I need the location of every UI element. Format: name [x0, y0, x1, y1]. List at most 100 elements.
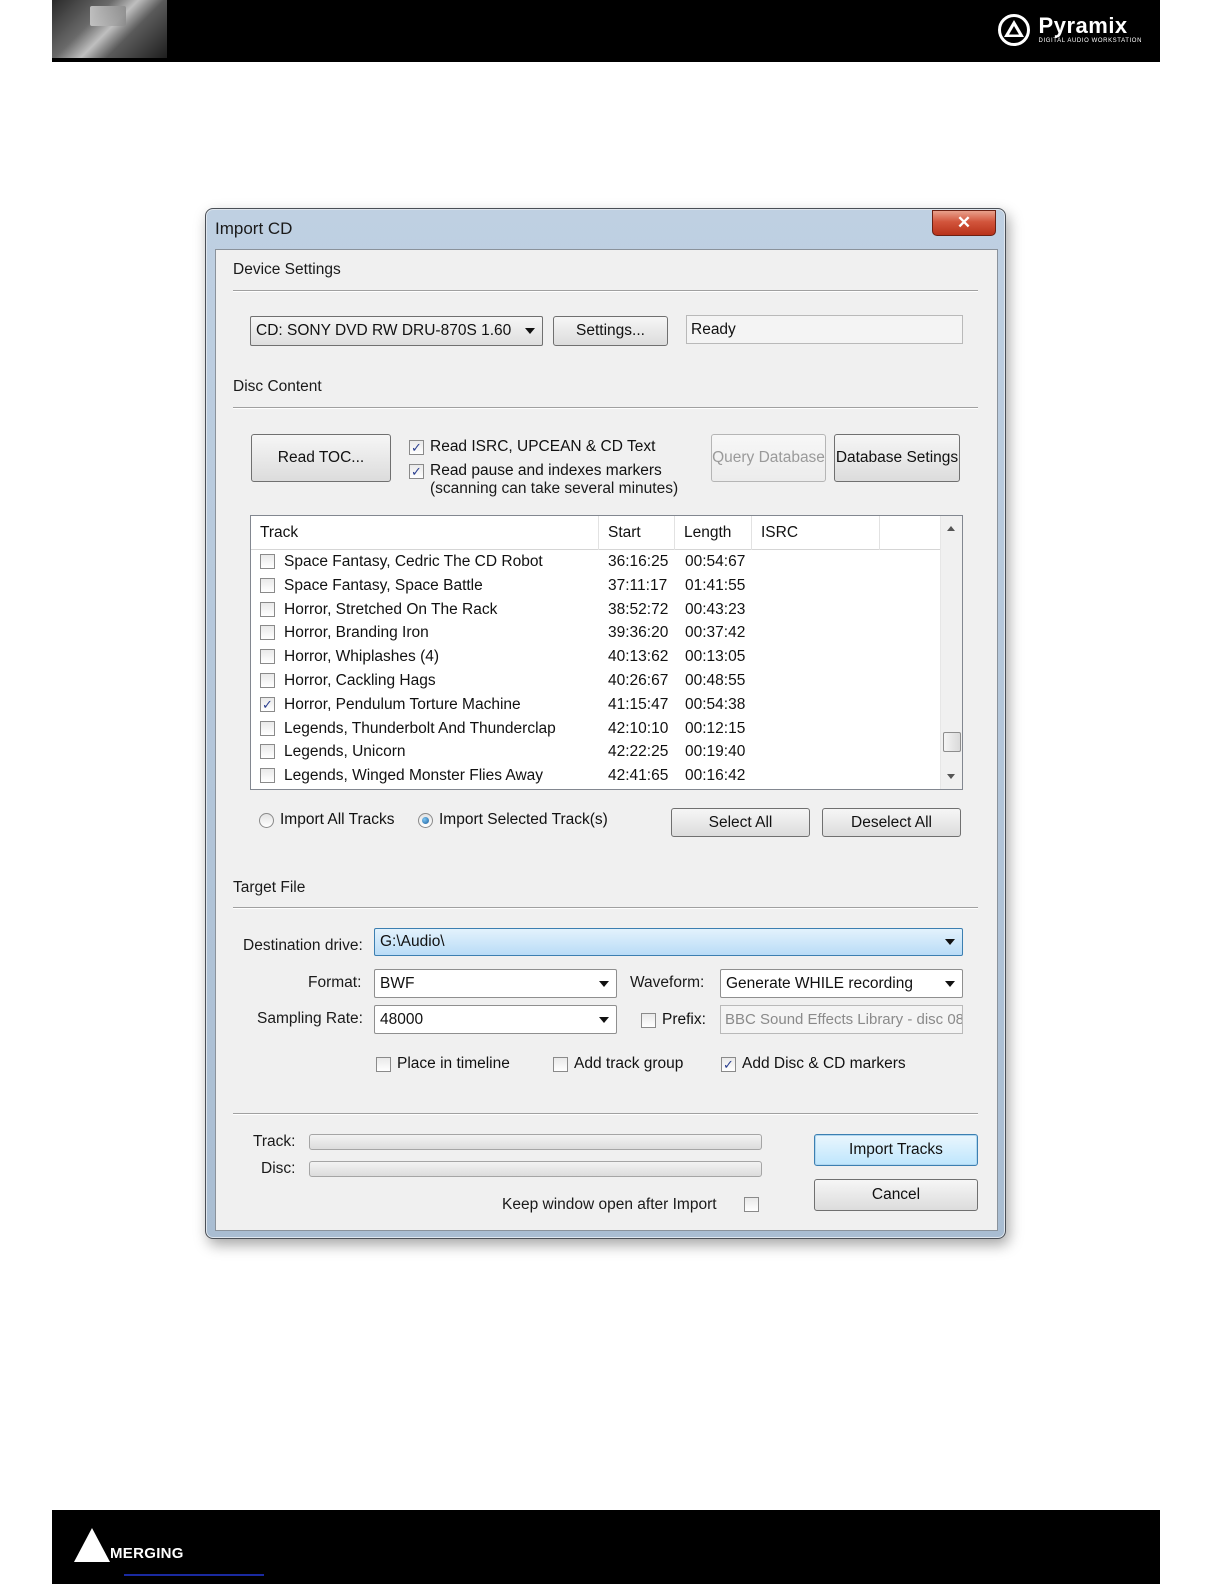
window-title: Import CD: [215, 219, 293, 238]
prefix-input[interactable]: BBC Sound Effects Library - disc 08: [720, 1005, 963, 1034]
column-header-track[interactable]: Track: [251, 516, 599, 550]
read-pause-option[interactable]: ✓ Read pause and indexes markers: [409, 462, 662, 480]
target-file-divider: [233, 907, 978, 909]
track-length: 01:41:55: [685, 576, 746, 594]
chevron-down-icon: [945, 939, 955, 945]
table-row[interactable]: ✓ Horror, Pendulum Torture Machine 41:15…: [251, 693, 941, 717]
read-pause-checkbox[interactable]: ✓: [409, 463, 424, 479]
table-row[interactable]: Horror, Cackling Hags 40:26:67 00:48:55: [251, 669, 941, 693]
destination-label: Destination drive:: [243, 937, 363, 954]
scrollbar-thumb[interactable]: [943, 732, 961, 752]
track-checkbox[interactable]: [260, 649, 275, 665]
track-length: 00:16:42: [685, 767, 746, 785]
chevron-down-icon: [525, 328, 535, 334]
track-title: Legends, Thunderbolt And Thunderclap: [284, 719, 556, 737]
close-button[interactable]: ✕: [932, 210, 996, 236]
table-row[interactable]: Space Fantasy, Cedric The CD Robot 36:16…: [251, 550, 941, 574]
table-row[interactable]: Legends, Winged Monster Flies Away 42:41…: [251, 764, 941, 788]
header-studio-photo: [52, 0, 167, 58]
read-isrc-checkbox[interactable]: ✓: [409, 439, 424, 455]
track-checkbox[interactable]: [260, 744, 275, 760]
column-header-isrc[interactable]: ISRC: [752, 516, 880, 550]
track-start: 38:52:72: [608, 600, 669, 618]
track-list-scrollbar[interactable]: [940, 516, 962, 789]
scroll-up-arrow-icon[interactable]: [947, 526, 955, 531]
read-toc-button[interactable]: Read TOC...: [251, 434, 391, 482]
track-checkbox[interactable]: [260, 554, 275, 569]
import-selected-radio[interactable]: [418, 812, 433, 828]
merging-logo-icon: [74, 1528, 110, 1562]
column-header-start[interactable]: Start: [599, 516, 675, 550]
prefix-option[interactable]: Prefix:: [641, 1011, 706, 1029]
waveform-select[interactable]: Generate WHILE recording: [720, 969, 963, 998]
deselect-all-button[interactable]: Deselect All: [822, 808, 961, 837]
track-checkbox[interactable]: [260, 768, 275, 784]
add-track-group-checkbox[interactable]: [553, 1056, 568, 1072]
track-checkbox[interactable]: [260, 601, 275, 617]
import-all-option[interactable]: Import All Tracks: [259, 811, 395, 829]
add-markers-checkbox[interactable]: ✓: [721, 1056, 736, 1072]
format-value: BWF: [380, 974, 415, 992]
database-settings-button[interactable]: Database Setings: [834, 434, 960, 482]
table-row[interactable]: Legends, Thunderbolt And Thunderclap 42:…: [251, 717, 941, 741]
format-select[interactable]: BWF: [374, 969, 617, 998]
track-rows: Space Fantasy, Cedric The CD Robot 36:16…: [251, 550, 941, 788]
keep-open-checkbox[interactable]: [744, 1197, 759, 1212]
sampling-rate-select[interactable]: 48000: [374, 1005, 617, 1034]
track-title: Legends, Unicorn: [284, 743, 406, 761]
track-title: Space Fantasy, Cedric The CD Robot: [284, 553, 543, 570]
place-in-timeline-checkbox[interactable]: [376, 1056, 391, 1072]
track-list[interactable]: Track Start Length ISRC Space Fantasy, C…: [250, 515, 963, 790]
track-start: 42:10:10: [608, 719, 669, 737]
import-selected-label: Import Selected Track(s): [439, 811, 608, 828]
import-all-radio[interactable]: [259, 812, 274, 828]
place-in-timeline-option[interactable]: Place in timeline: [376, 1055, 510, 1073]
read-isrc-option[interactable]: ✓ Read ISRC, UPCEAN & CD Text: [409, 438, 655, 456]
disc-progress-label: Disc:: [261, 1160, 296, 1177]
format-label: Format:: [308, 974, 362, 991]
track-start: 40:13:62: [608, 648, 669, 666]
track-length: 00:54:38: [685, 695, 746, 713]
sampling-rate-value: 48000: [380, 1010, 424, 1028]
track-title: Space Fantasy, Space Battle: [284, 576, 483, 594]
table-row[interactable]: Horror, Stretched On The Rack 38:52:72 0…: [251, 598, 941, 622]
scroll-down-arrow-icon[interactable]: [947, 774, 955, 779]
table-row[interactable]: Legends, Unicorn 42:22:25 00:19:40: [251, 740, 941, 764]
sampling-rate-label: Sampling Rate:: [257, 1010, 363, 1027]
track-checkbox[interactable]: ✓: [260, 696, 275, 712]
track-progress-bar: [309, 1134, 762, 1150]
destination-drive-select[interactable]: G:\Audio\: [374, 928, 963, 956]
add-markers-option[interactable]: ✓ Add Disc & CD markers: [721, 1055, 906, 1073]
track-checkbox[interactable]: [260, 720, 275, 736]
track-length: 00:13:05: [685, 648, 746, 666]
table-row[interactable]: Space Fantasy, Space Battle 37:11:17 01:…: [251, 574, 941, 598]
table-row[interactable]: Horror, Whiplashes (4) 40:13:62 00:13:05: [251, 645, 941, 669]
track-checkbox[interactable]: [260, 672, 275, 688]
merging-brand: MERGING: [72, 1526, 184, 1564]
column-header-length[interactable]: Length: [675, 516, 752, 550]
waveform-label: Waveform:: [630, 974, 705, 991]
prefix-label: Prefix:: [662, 1011, 706, 1028]
add-track-group-option[interactable]: Add track group: [553, 1055, 683, 1073]
pyramix-logo-icon: [997, 14, 1030, 46]
table-row[interactable]: Horror, Branding Iron 39:36:20 00:37:42: [251, 621, 941, 645]
device-select[interactable]: CD: SONY DVD RW DRU-870S 1.60: [250, 316, 543, 346]
pyramix-brand: Pyramix DIGITAL AUDIO WORKSTATION: [997, 10, 1142, 50]
import-tracks-button[interactable]: Import Tracks: [814, 1134, 978, 1166]
select-all-button[interactable]: Select All: [671, 808, 810, 837]
dialog-client-area: Device Settings CD: SONY DVD RW DRU-870S…: [215, 249, 998, 1231]
track-start: 40:26:67: [608, 671, 669, 689]
track-title: Horror, Whiplashes (4): [284, 648, 440, 666]
track-checkbox[interactable]: [260, 577, 275, 593]
cancel-button[interactable]: Cancel: [814, 1179, 978, 1211]
query-database-button[interactable]: Query Database: [711, 434, 826, 482]
read-pause-note: (scanning can take several minutes): [430, 480, 679, 497]
device-select-value: CD: SONY DVD RW DRU-870S 1.60: [256, 322, 512, 339]
disc-progress-bar: [309, 1161, 762, 1177]
prefix-checkbox[interactable]: [641, 1012, 656, 1028]
import-selected-option[interactable]: Import Selected Track(s): [418, 811, 608, 829]
settings-button[interactable]: Settings...: [553, 316, 668, 346]
add-track-group-label: Add track group: [574, 1055, 684, 1072]
track-checkbox[interactable]: [260, 625, 275, 641]
disc-content-title: Disc Content: [233, 378, 322, 395]
